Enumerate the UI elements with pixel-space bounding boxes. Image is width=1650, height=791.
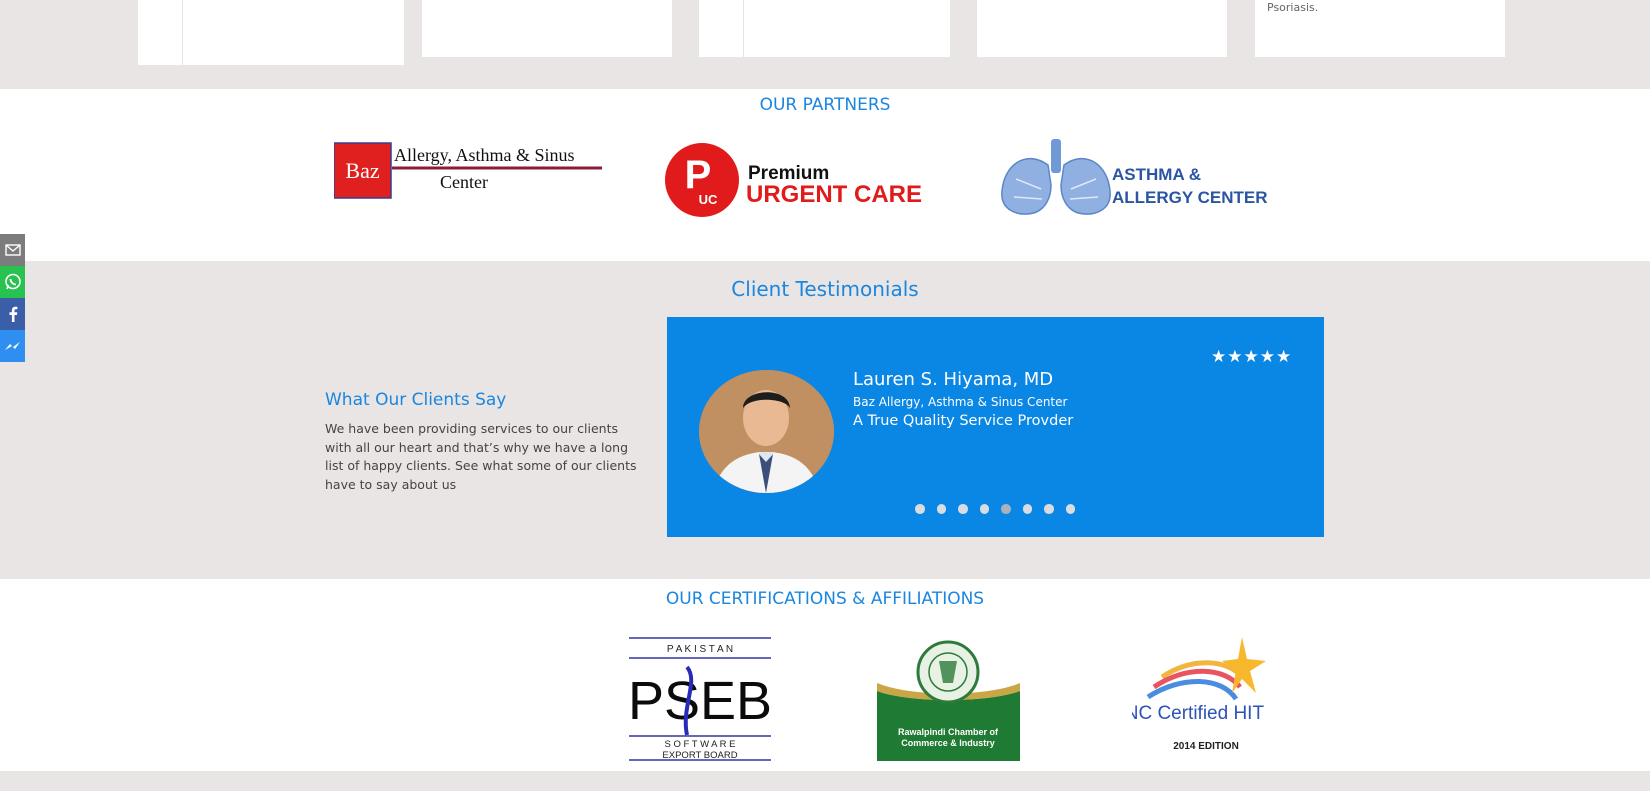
partner-logo-baz[interactable]: Baz Allergy, Asthma & Sinus Center: [333, 141, 602, 201]
testimonials-section: Client Testimonials What Our Clients Say…: [0, 261, 1650, 579]
baz-logo-graphic: Baz Allergy, Asthma & Sinus Center: [333, 142, 602, 199]
certifications-title: OUR CERTIFICATIONS & AFFILIATIONS: [665, 589, 985, 609]
avatar: [699, 370, 834, 493]
onc-line2: 2014 EDITION: [1173, 741, 1239, 752]
puc-mark-sub: UC: [699, 192, 718, 207]
pseb-main: PSEB: [629, 671, 771, 731]
testimonial-name: Lauren S. Hiyama, MD: [853, 369, 1054, 390]
cert-logo-pseb[interactable]: P A K I S T A N PSEB S O F T W A R E EXP…: [628, 637, 772, 761]
carousel-dots: [915, 504, 1075, 514]
client-photo: [699, 370, 834, 493]
star-icon: ★: [1227, 347, 1244, 367]
baz-mark: Baz: [345, 158, 379, 183]
card-divider: [182, 0, 183, 65]
card-divider: [743, 0, 744, 57]
whatsapp-share-button[interactable]: [0, 266, 25, 298]
carousel-dot[interactable]: [936, 504, 946, 514]
star-icon: ★: [1243, 347, 1260, 367]
lungs-icon: ASTHMA & ALLERGY CENTER: [1001, 139, 1268, 215]
certifications-section: OUR CERTIFICATIONS & AFFILIATIONS P A K …: [0, 579, 1650, 771]
facebook-icon: [9, 306, 17, 322]
service-card: [422, 0, 672, 57]
onc-logo-graphic: ONC Certified HIT 2014 EDITION: [1110, 637, 1266, 752]
carousel-dot[interactable]: [979, 504, 989, 514]
carousel-dot[interactable]: [1044, 504, 1054, 514]
carousel-dot[interactable]: [958, 504, 968, 514]
puc-logo-graphic: P UC Premium URGENT CARE: [665, 143, 922, 217]
aac-line2: ALLERGY CENTER: [1112, 188, 1268, 207]
pseb-top: P A K I S T A N: [667, 644, 733, 655]
partner-logo-premium-urgent-care[interactable]: P UC Premium URGENT CARE: [664, 141, 936, 221]
whatsapp-icon: [4, 273, 21, 290]
aac-line1: ASTHMA &: [1112, 165, 1201, 184]
service-card: Psoriasis.: [1255, 0, 1505, 57]
testimonial-company: Baz Allergy, Asthma & Sinus Center: [853, 395, 1068, 409]
messenger-share-button[interactable]: [0, 330, 25, 362]
rcci-logo-graphic: Rawalpindi Chamber of Commerce & Industr…: [877, 639, 1020, 761]
testimonials-intro-text: We have been providing services to our c…: [325, 421, 637, 492]
carousel-dot[interactable]: [1022, 504, 1032, 514]
service-card: [699, 0, 950, 57]
footer-band: [0, 771, 1650, 791]
cert-logo-onc[interactable]: ONC Certified HIT 2014 EDITION: [1110, 637, 1268, 753]
star-icon: ★: [1211, 347, 1228, 367]
rcci-line1: Rawalpindi Chamber of: [898, 727, 999, 737]
social-share-bar: [0, 234, 25, 362]
star-icon: ★: [1259, 347, 1276, 367]
mail-share-button[interactable]: [0, 234, 25, 266]
facebook-share-button[interactable]: [0, 298, 25, 330]
cert-logo-rcci[interactable]: Rawalpindi Chamber of Commerce & Industr…: [877, 639, 1020, 761]
mail-icon: [4, 244, 21, 256]
rcci-line2: Commerce & Industry: [901, 738, 995, 748]
star-icon: ★: [1276, 347, 1293, 367]
baz-name: Allergy, Asthma & Sinus: [394, 145, 575, 165]
service-cards-strip: Psoriasis.: [0, 0, 1650, 89]
puc-mark: P: [685, 153, 712, 197]
service-card: [138, 0, 404, 65]
partner-logo-asthma-allergy-center[interactable]: ASTHMA & ALLERGY CENTER: [996, 139, 1270, 219]
testimonials-title: Client Testimonials: [731, 277, 919, 301]
carousel-dot[interactable]: [915, 504, 925, 514]
testimonials-intro-heading: What Our Clients Say: [325, 390, 507, 410]
pseb-logo-graphic: P A K I S T A N PSEB S O F T W A R E EXP…: [628, 637, 772, 761]
carousel-dot[interactable]: [1065, 504, 1075, 514]
puc-urgent-care: URGENT CARE: [746, 181, 922, 208]
onc-line1: ONC Certified HIT: [1132, 703, 1264, 724]
partners-title: OUR PARTNERS: [759, 95, 891, 115]
pseb-bottom1: S O F T W A R E: [665, 739, 736, 750]
baz-sub: Center: [440, 172, 488, 192]
testimonial-quote: A True Quality Service Provder: [853, 413, 1074, 429]
messenger-icon: [4, 342, 20, 350]
card-text: Psoriasis.: [1267, 1, 1319, 14]
service-card: [977, 0, 1227, 57]
rating-stars: ★★★★★: [1211, 347, 1292, 367]
carousel-dot-active[interactable]: [1001, 504, 1011, 514]
partners-section: OUR PARTNERS Baz Allergy, Asthma & Sinus…: [0, 89, 1650, 261]
testimonial-slide[interactable]: Lauren S. Hiyama, MD Baz Allergy, Asthma…: [667, 317, 1324, 537]
